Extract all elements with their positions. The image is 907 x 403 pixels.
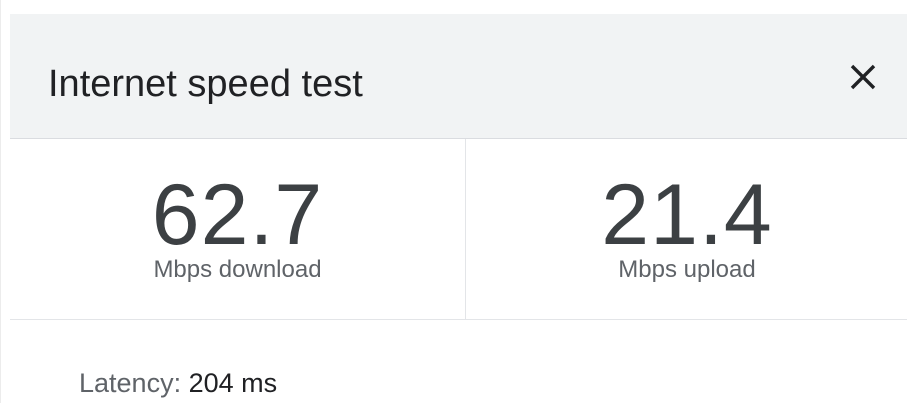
- close-button[interactable]: [838, 52, 888, 102]
- download-unit: Mbps download: [153, 256, 322, 283]
- latency-label: Latency:: [79, 368, 189, 398]
- speed-results: 62.7 Mbps download 21.4 Mbps upload: [10, 139, 907, 320]
- close-icon: [850, 64, 876, 90]
- speed-test-header: Internet speed test: [10, 14, 907, 139]
- upload-metric: 21.4 Mbps upload: [466, 169, 907, 285]
- upload-value: 21.4: [601, 167, 773, 263]
- download-value: 62.7: [151, 167, 324, 263]
- latency-value: 204 ms: [188, 368, 278, 398]
- speed-test-title: Internet speed test: [48, 63, 363, 105]
- speed-test-panel: Internet speed test 62.7 Mbps download 2…: [0, 0, 907, 403]
- download-metric: 62.7 Mbps download: [10, 169, 465, 285]
- upload-unit: Mbps upload: [618, 256, 756, 283]
- latency-readout: Latency: 204 ms: [79, 366, 277, 400]
